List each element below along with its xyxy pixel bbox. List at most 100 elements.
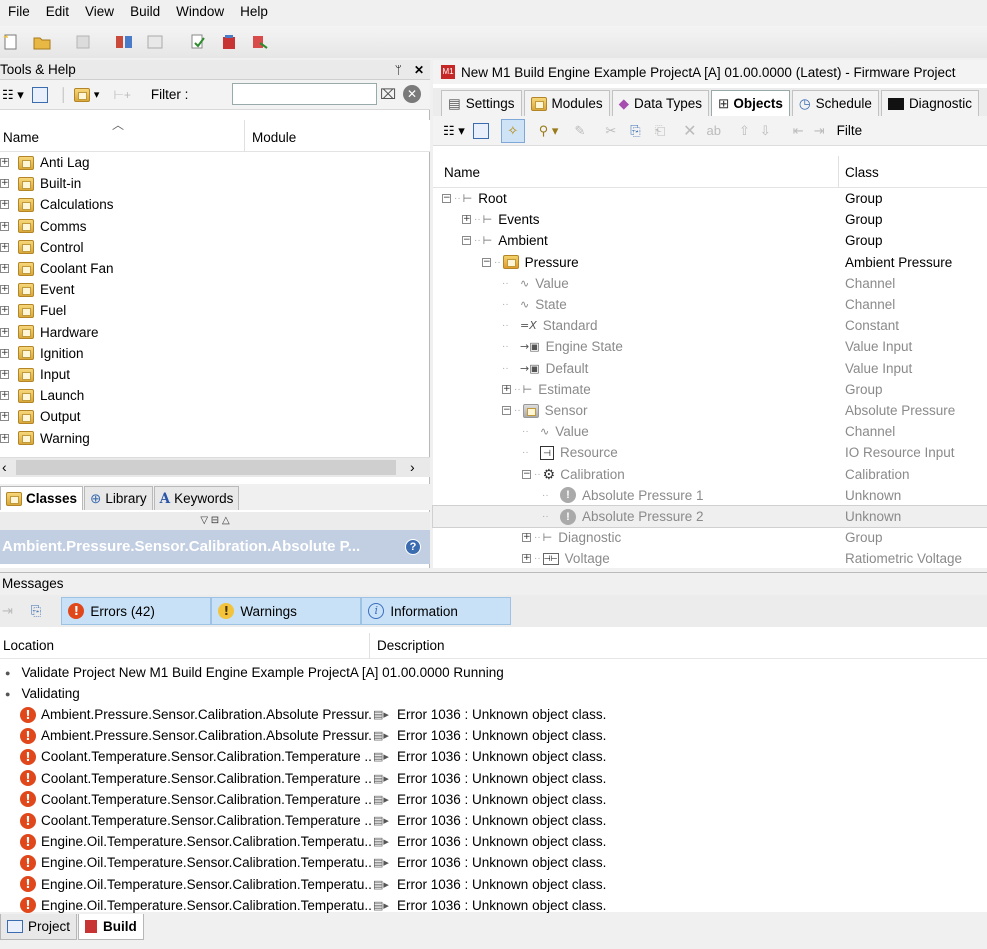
menu-help[interactable]: Help [232, 0, 276, 24]
clear-filter-icon[interactable]: ⌧ [380, 86, 396, 103]
menu-edit[interactable]: Edit [38, 0, 77, 24]
move-up-icon[interactable]: ⇧ [739, 123, 750, 139]
class-tree-item[interactable]: + Anti Lag [0, 152, 90, 173]
object-tree-row[interactable]: ·· ∿ State Channel [433, 294, 987, 315]
close-icon[interactable]: ✕ [414, 63, 424, 77]
object-tree-row[interactable]: + ·· ⊢ Estimate Group [433, 379, 987, 400]
expand-icon[interactable]: + [0, 370, 9, 379]
scroll-thumb[interactable] [16, 460, 396, 475]
column-location[interactable]: Location [3, 638, 54, 653]
expand-icon[interactable]: + [0, 179, 9, 189]
column-module[interactable]: Module [252, 130, 296, 145]
menu-file[interactable]: File [0, 0, 38, 24]
expand-icon[interactable]: + [0, 433, 9, 443]
error-message-row[interactable]: ! Engine.Oil.Temperature.Sensor.Calibrati… [0, 874, 987, 895]
error-message-row[interactable]: ! Ambient.Pressure.Sensor.Calibration.Abs… [0, 704, 987, 725]
class-tree-item[interactable]: + Launch [0, 385, 84, 406]
view-mode-dropdown[interactable]: ☷ ▾ [2, 87, 24, 103]
goto-source-icon[interactable]: ▤▸ [373, 708, 389, 721]
copy-icon[interactable]: ⎘ [630, 123, 640, 139]
goto-source-icon[interactable]: ▤▸ [373, 835, 389, 848]
object-filter-icon[interactable]: ⚲ ▾ [539, 123, 559, 139]
outdent-icon[interactable]: ⇥ [814, 123, 825, 139]
properties-icon[interactable] [472, 122, 489, 139]
collapse-icon[interactable]: − [442, 194, 451, 203]
filter-input[interactable] [232, 83, 377, 105]
object-tree-row[interactable]: − ·· ⊢ Ambient Group [433, 230, 987, 251]
send-icon[interactable] [251, 33, 269, 51]
expand-icon[interactable]: + [0, 306, 9, 316]
collapse-icon[interactable]: − [522, 469, 531, 479]
scroll-right-icon[interactable]: › [410, 459, 415, 475]
error-message-row[interactable]: ! Engine.Oil.Temperature.Sensor.Calibrati… [0, 895, 987, 916]
class-tree-item[interactable]: + Ignition [0, 343, 84, 364]
class-folder-icon[interactable] [73, 87, 90, 102]
object-tree-row[interactable]: ·· ∿ Value Channel [433, 273, 987, 294]
object-tree-row[interactable]: ·· →▣ Default Value Input [433, 358, 987, 379]
object-tree-row[interactable]: + ·· ⊢ Events Group [433, 209, 987, 230]
expand-icon[interactable]: + [0, 348, 9, 358]
tab-settings[interactable]: ▤ Settings [441, 90, 522, 116]
menu-window[interactable]: Window [168, 0, 232, 24]
validate-icon[interactable] [189, 33, 207, 51]
expand-icon[interactable]: + [0, 242, 9, 252]
validating-message[interactable]: ● Validating [0, 683, 987, 704]
goto-source-icon[interactable]: ▤▸ [373, 793, 389, 806]
class-tree-item[interactable]: + Comms [0, 216, 87, 237]
layout-icon[interactable] [146, 33, 164, 51]
cut-icon[interactable]: ✂ [605, 123, 616, 139]
edit-icon[interactable]: ✎ [574, 123, 585, 139]
collapse-icon[interactable]: − [482, 257, 491, 267]
object-tree-row[interactable]: − ·· Pressure Ambient Pressure [433, 252, 987, 273]
object-tree-row[interactable]: − ·· Sensor Absolute Pressure [433, 400, 987, 421]
tab-classes[interactable]: Classes [0, 486, 84, 510]
error-message-row[interactable]: ! Coolant.Temperature.Sensor.Calibration.… [0, 810, 987, 831]
properties-icon[interactable] [31, 86, 48, 103]
cancel-filter-icon[interactable]: ✕ [403, 85, 421, 103]
object-tree-row[interactable]: ·· =X Standard Constant [433, 315, 987, 336]
class-tree-item[interactable]: + Event [0, 279, 75, 300]
object-tree-row[interactable]: − ·· ⊢ Root Group [433, 188, 987, 209]
panel-splitter-controls[interactable]: ▽ ⊟ △ [0, 512, 430, 530]
goto-source-icon[interactable]: ▤▸ [373, 772, 389, 785]
error-message-row[interactable]: ! Ambient.Pressure.Sensor.Calibration.Abs… [0, 725, 987, 746]
rename-icon[interactable]: ab [707, 123, 721, 138]
build-grid-icon[interactable] [115, 33, 133, 51]
save-icon[interactable] [74, 33, 92, 51]
back-icon[interactable]: ⇥ [2, 603, 13, 619]
object-tree-row[interactable]: − ·· ⚙ Calibration Calibration [433, 464, 987, 485]
column-description[interactable]: Description [377, 638, 445, 653]
error-message-row[interactable]: ! Engine.Oil.Temperature.Sensor.Calibrati… [0, 831, 987, 852]
horizontal-scrollbar[interactable]: ‹ › [0, 457, 430, 477]
object-tree-row[interactable]: ·· ⊣ Resource IO Resource Input [433, 442, 987, 463]
folder-dropdown-arrow[interactable]: ▾ [94, 88, 100, 101]
hierarchy-icon[interactable]: ⊢+ [113, 88, 130, 102]
menu-build[interactable]: Build [122, 0, 168, 24]
pin-icon[interactable]: ᛘ [395, 63, 402, 77]
class-tree-item[interactable]: + Input [0, 364, 70, 385]
new-file-icon[interactable] [2, 33, 20, 51]
tab-library[interactable]: ⊕ Library [84, 486, 153, 510]
expand-icon[interactable]: + [522, 554, 531, 564]
collapse-icon[interactable]: − [502, 406, 511, 415]
class-tree-item[interactable]: + Coolant Fan [0, 258, 114, 279]
open-folder-icon[interactable] [33, 33, 51, 51]
expand-icon[interactable]: + [0, 158, 9, 167]
goto-source-icon[interactable]: ▤▸ [373, 899, 389, 912]
tab-modules[interactable]: Modules [523, 90, 610, 116]
errors-filter-button[interactable]: ! Errors (42) [61, 597, 212, 625]
goto-source-icon[interactable]: ▤▸ [373, 729, 389, 742]
object-tree-row[interactable]: ·· ∿ Value Channel [433, 421, 987, 442]
goto-source-icon[interactable]: ▤▸ [373, 878, 389, 891]
indent-icon[interactable]: ⇤ [793, 123, 804, 139]
expand-icon[interactable]: + [0, 327, 9, 337]
object-tree-row[interactable]: ··! Absolute Pressure 2 Unknown [432, 505, 987, 528]
tab-keywords[interactable]: A Keywords [153, 486, 240, 510]
goto-source-icon[interactable]: ▤▸ [373, 814, 389, 827]
collapse-icon[interactable]: − [462, 236, 471, 246]
warnings-filter-button[interactable]: ! Warnings [211, 597, 362, 625]
tab-objects[interactable]: ⊞ Objects [711, 90, 790, 116]
tab-schedule[interactable]: ◷ Schedule [791, 90, 879, 116]
object-tree-row[interactable]: + ·· ⊢ Diagnostic Group [433, 527, 987, 548]
class-tree-item[interactable]: + Control [0, 237, 84, 258]
